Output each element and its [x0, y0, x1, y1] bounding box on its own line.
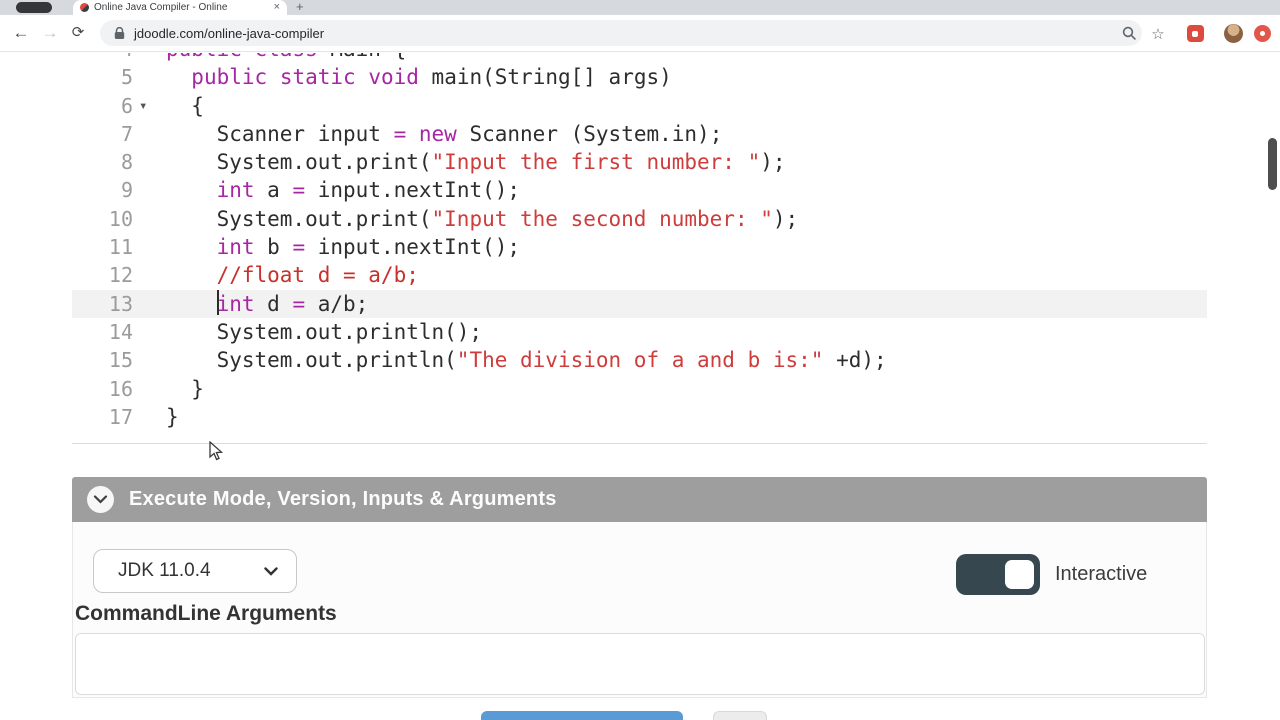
line-number: 14 [108, 319, 133, 344]
browser-menu-icon[interactable] [1251, 15, 1273, 52]
line-number: 7 [120, 121, 133, 146]
url-bar[interactable]: jdoodle.com/online-java-compiler [100, 20, 1142, 46]
tab-strip: Online Java Compiler - Online × + [0, 0, 1280, 15]
code-text: public static void main(String[] args) [191, 65, 672, 90]
line-number: 17 [108, 404, 133, 429]
browser-toolbar: ← → ⟳ jdoodle.com/online-java-compiler ☆ [0, 15, 1280, 52]
code-text: //float d = a/b; [166, 263, 419, 288]
padlock-icon [114, 26, 125, 39]
chevron-down-icon [93, 495, 108, 504]
code-line-7[interactable]: 7 Scanner input = new Scanner (System.in… [72, 120, 1207, 148]
jdk-version-label: JDK 11.0.4 [118, 560, 211, 581]
browser-window: Online Java Compiler - Online × + ← → ⟳ … [0, 0, 1280, 720]
line-number: 12 [108, 263, 133, 288]
interactive-toggle[interactable] [956, 554, 1040, 595]
code-line-14[interactable]: 14 System.out.println(); [72, 318, 1207, 346]
code-text: Scanner input = new Scanner (System.in); [166, 121, 723, 146]
code-text: System.out.print("Input the first number… [166, 150, 786, 175]
code-line-10[interactable]: 10 System.out.print("Input the second nu… [72, 205, 1207, 233]
code-line-6[interactable]: 6 ▾ { [72, 92, 1207, 120]
code-editor[interactable]: 4public class Main {5 public static void… [72, 53, 1207, 444]
commandline-arguments-input[interactable] [75, 633, 1205, 695]
line-number: 6 [120, 93, 133, 118]
code-line-16[interactable]: 16 } [72, 375, 1207, 403]
secondary-action-button[interactable] [713, 711, 767, 720]
text-cursor [217, 290, 219, 315]
tab-favicon [80, 3, 89, 12]
code-text: { [166, 93, 204, 118]
code-text: System.out.println(); [166, 319, 483, 344]
back-button[interactable]: ← [9, 15, 33, 52]
line-number: 4 [72, 53, 133, 63]
line-number: 5 [120, 65, 133, 90]
profile-avatar[interactable] [1222, 15, 1244, 52]
fold-arrow-icon[interactable]: ▾ [133, 92, 166, 120]
collapse-toggle[interactable] [87, 486, 114, 513]
editor-lines: 4public class Main {5 public static void… [72, 53, 1207, 431]
line-number: 15 [108, 348, 133, 373]
toggle-knob [1005, 560, 1034, 589]
mouse-cursor [209, 441, 224, 461]
chevron-down-icon [264, 566, 278, 576]
reload-button[interactable]: ⟳ [66, 15, 90, 52]
commandline-arguments-label: CommandLine Arguments [75, 602, 337, 625]
browser-tab[interactable]: Online Java Compiler - Online × [73, 0, 287, 15]
execute-button[interactable] [481, 711, 683, 720]
code-line-13[interactable]: 13 int d = a/b; [72, 289, 1207, 318]
forward-button[interactable]: → [38, 15, 62, 52]
code-text: int b = input.nextInt(); [216, 235, 521, 260]
window-controls[interactable] [16, 2, 52, 13]
line-number: 10 [108, 206, 133, 231]
code-line-4[interactable]: 4 public class Main { [72, 53, 1207, 63]
panel-title: Execute Mode, Version, Inputs & Argument… [129, 488, 557, 510]
code-text: public class Main { [166, 53, 1207, 63]
url-text: jdoodle.com/online-java-compiler [134, 25, 325, 41]
line-number: 13 [108, 291, 133, 316]
line-number: 11 [108, 235, 133, 260]
code-text: int d = a/b; [216, 291, 369, 316]
line-number: 16 [108, 376, 133, 401]
code-text: int a = input.nextInt(); [216, 178, 521, 203]
code-text: } [166, 404, 179, 429]
code-text: } [166, 376, 204, 401]
tab-title: Online Java Compiler - Online [94, 2, 228, 13]
code-line-9[interactable]: 9 int a = input.nextInt(); [72, 176, 1207, 204]
execute-panel-body: JDK 11.0.4 Interactive CommandLine Argum… [72, 522, 1207, 698]
code-line-5[interactable]: 5 public static void main(String[] args) [72, 63, 1207, 91]
code-line-11[interactable]: 11 int b = input.nextInt(); [72, 233, 1207, 261]
code-text: System.out.println("The division of a an… [166, 348, 887, 373]
jdk-version-dropdown[interactable]: JDK 11.0.4 [93, 549, 297, 593]
code-line-17[interactable]: 17} [72, 403, 1207, 431]
new-tab-button[interactable]: + [296, 0, 304, 15]
line-number: 9 [120, 178, 133, 203]
tab-close-icon[interactable]: × [274, 0, 280, 15]
line-number: 8 [120, 150, 133, 175]
code-line-12[interactable]: 12 //float d = a/b; [72, 261, 1207, 289]
bookmark-star-icon[interactable]: ☆ [1147, 15, 1169, 52]
code-text: System.out.print("Input the second numbe… [166, 206, 799, 231]
scrollbar-thumb[interactable] [1268, 138, 1277, 190]
zoom-icon[interactable] [1118, 15, 1140, 52]
interactive-label: Interactive [1055, 563, 1148, 585]
code-line-15[interactable]: 15 System.out.println("The division of a… [72, 346, 1207, 374]
execute-panel-header[interactable]: Execute Mode, Version, Inputs & Argument… [72, 477, 1207, 522]
extension-icon[interactable] [1185, 15, 1205, 52]
code-line-8[interactable]: 8 System.out.print("Input the first numb… [72, 148, 1207, 176]
